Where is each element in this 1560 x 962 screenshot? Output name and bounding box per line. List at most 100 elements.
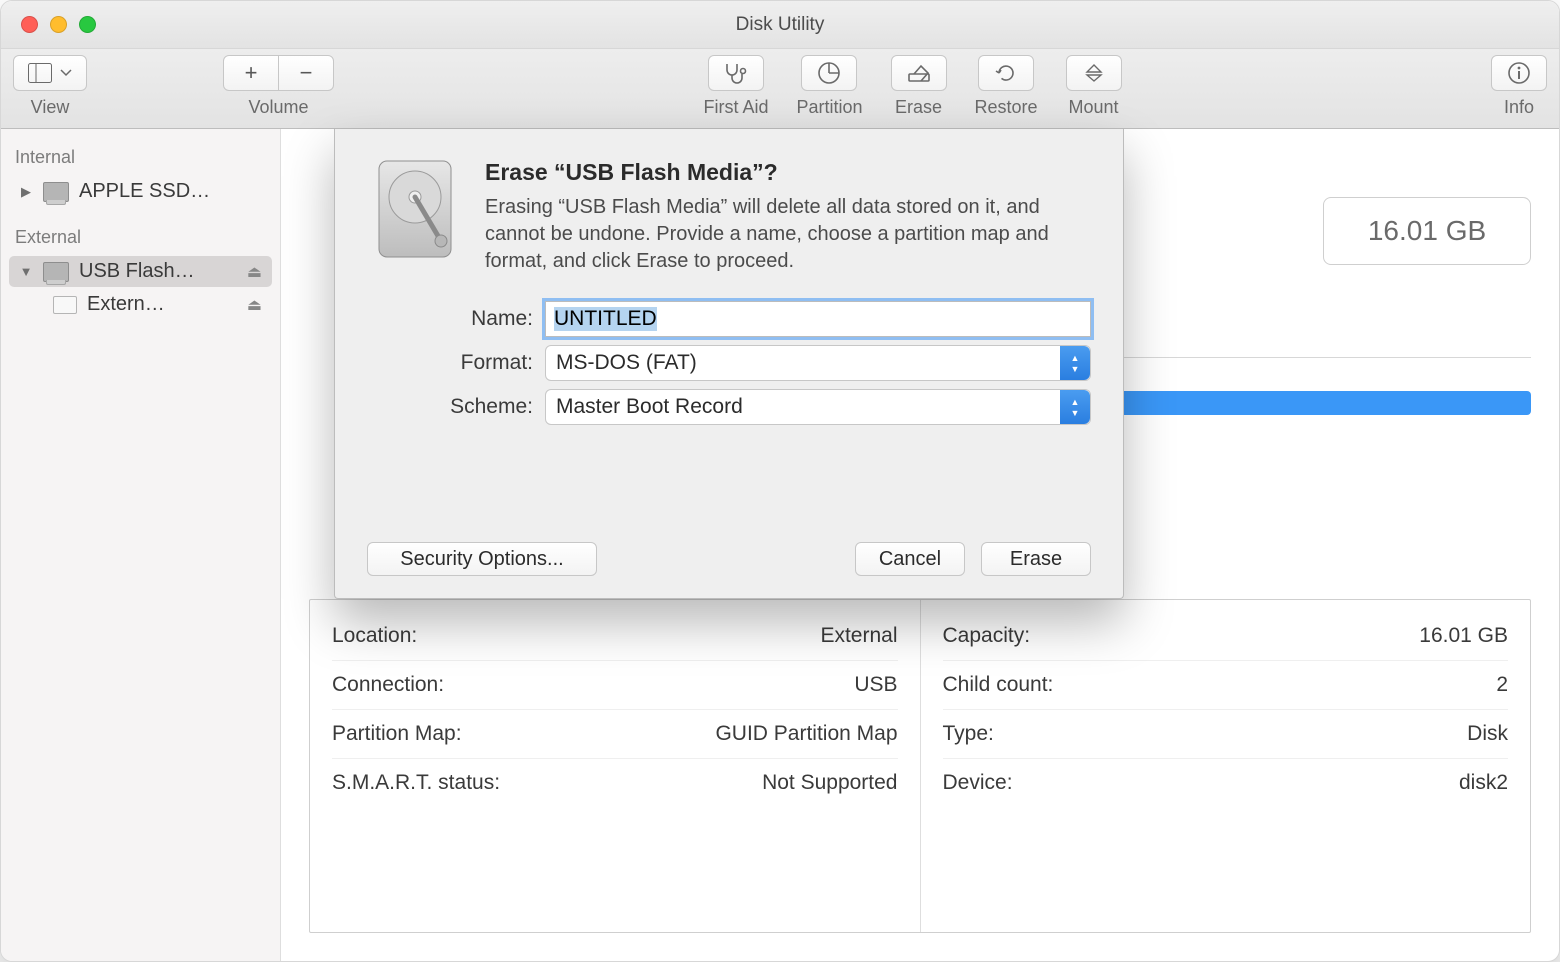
first-aid-button[interactable] [708, 55, 764, 91]
sidebar: Internal ▶ APPLE SSD… External ▼ USB Fla… [1, 129, 281, 961]
minus-icon: − [300, 60, 313, 86]
detail-row: Type: Disk [943, 709, 1509, 758]
window-title: Disk Utility [1, 14, 1559, 36]
sidebar-header-external: External [1, 221, 280, 254]
volume-icon [53, 296, 77, 314]
disclosure-triangle-icon[interactable]: ▶ [19, 184, 33, 200]
name-label: Name: [367, 307, 545, 331]
app-window: Disk Utility View + − Volume [0, 0, 1560, 962]
scheme-select[interactable]: Master Boot Record ▲▼ [545, 389, 1091, 425]
toolbar-group-restore: Restore [975, 55, 1038, 118]
detail-label: Location: [332, 624, 417, 648]
partition-label: Partition [796, 97, 862, 118]
first-aid-label: First Aid [703, 97, 768, 118]
details-table: Location: External Connection: USB Partiti… [309, 599, 1531, 933]
updown-icon: ▲▼ [1060, 390, 1090, 424]
partition-button[interactable] [801, 55, 857, 91]
detail-row: Child count: 2 [943, 660, 1509, 709]
detail-row: Partition Map: GUID Partition Map [332, 709, 898, 758]
toolbar-group-first-aid: First Aid [703, 55, 768, 118]
toolbar-group-erase: Erase [891, 55, 947, 118]
detail-label: S.M.A.R.T. status: [332, 771, 500, 795]
dialog-form: Name: Format: MS-DOS (FAT) ▲▼ Scheme: Ma… [367, 293, 1091, 433]
mount-label: Mount [1069, 97, 1119, 118]
security-options-button[interactable]: Security Options... [367, 542, 597, 576]
hard-disk-icon [367, 155, 463, 263]
detail-value: Not Supported [762, 771, 897, 795]
format-value: MS-DOS (FAT) [556, 351, 697, 375]
cancel-button[interactable]: Cancel [855, 542, 965, 576]
sidebar-item-label: USB Flash… [79, 260, 195, 283]
sidebar-icon [28, 63, 52, 83]
detail-row: Location: External [332, 612, 898, 660]
disk-icon [43, 182, 69, 202]
titlebar: Disk Utility [1, 1, 1559, 49]
dialog-description: Erasing “USB Flash Media” will delete al… [485, 194, 1091, 275]
detail-row: Device:disk2 [943, 758, 1509, 807]
format-select[interactable]: MS-DOS (FAT) ▲▼ [545, 345, 1091, 381]
detail-label: Type: [943, 722, 994, 746]
detail-value: 16.01 GB [1419, 624, 1508, 648]
dialog-title: Erase “USB Flash Media”? [485, 159, 1091, 186]
name-input[interactable] [545, 301, 1091, 337]
info-label: Info [1504, 97, 1534, 118]
detail-label: Capacity: [943, 624, 1031, 648]
erase-label: Erase [895, 97, 942, 118]
toolbar-group-volume: + − Volume [223, 55, 334, 118]
erase-icon [906, 62, 932, 84]
sidebar-header-internal: Internal [1, 141, 280, 174]
eject-icon[interactable]: ⏏ [247, 295, 262, 315]
detail-row: Connection: USB [332, 660, 898, 709]
volume-label: Volume [248, 97, 308, 118]
plus-icon: + [245, 60, 258, 86]
sidebar-item-external-disk[interactable]: ▼ USB Flash… ⏏ [9, 256, 272, 287]
updown-icon: ▲▼ [1060, 346, 1090, 380]
toolbar-group-mount: Mount [1066, 55, 1122, 118]
disclosure-triangle-icon[interactable]: ▼ [19, 264, 33, 279]
detail-value: Disk [1467, 722, 1508, 746]
sidebar-item-external-volume[interactable]: Extern… ⏏ [9, 289, 272, 320]
chevron-down-icon [60, 67, 72, 79]
detail-value: USB [854, 673, 897, 697]
sidebar-item-label: Extern… [87, 293, 165, 316]
toolbar-group-view: View [13, 55, 87, 118]
view-label: View [31, 97, 70, 118]
info-icon [1507, 61, 1531, 85]
stethoscope-icon [723, 62, 749, 84]
detail-label: Child count: [943, 673, 1054, 697]
toolbar-group-partition: Partition [796, 55, 862, 118]
restore-label: Restore [975, 97, 1038, 118]
capacity-pill: 16.01 GB [1323, 197, 1531, 265]
mount-icon [1083, 62, 1105, 84]
erase-confirm-button[interactable]: Erase [981, 542, 1091, 576]
toolbar-group-info: Info [1491, 55, 1547, 118]
detail-row: S.M.A.R.T. status: Not Supported [332, 758, 898, 807]
disk-icon [43, 262, 69, 282]
info-button[interactable] [1491, 55, 1547, 91]
erase-button[interactable] [891, 55, 947, 91]
add-volume-button[interactable]: + [223, 55, 279, 91]
scheme-value: Master Boot Record [556, 395, 743, 419]
eject-icon[interactable]: ⏏ [247, 262, 262, 282]
remove-volume-button[interactable]: − [278, 55, 334, 91]
view-button[interactable] [13, 55, 87, 91]
restore-icon [994, 61, 1018, 85]
detail-label: Partition Map: [332, 722, 462, 746]
restore-button[interactable] [978, 55, 1034, 91]
detail-value: GUID Partition Map [715, 722, 897, 746]
toolbar: View + − Volume First Aid Partition [1, 49, 1559, 129]
detail-value: 2 [1496, 673, 1508, 697]
detail-value: External [820, 624, 897, 648]
erase-dialog: Erase “USB Flash Media”? Erasing “USB Fl… [334, 129, 1124, 599]
details-col-right: Capacity: 16.01 GB Child count: 2 Type: Dis… [920, 600, 1531, 932]
mount-button[interactable] [1066, 55, 1122, 91]
format-label: Format: [367, 351, 545, 375]
details-col-left: Location: External Connection: USB Partiti… [310, 600, 920, 932]
detail-row: Capacity: 16.01 GB [943, 612, 1509, 660]
scheme-label: Scheme: [367, 395, 545, 419]
pie-icon [817, 61, 841, 85]
detail-value: disk2 [1459, 771, 1508, 795]
sidebar-item-internal-disk[interactable]: ▶ APPLE SSD… [9, 176, 272, 207]
detail-label: Connection: [332, 673, 444, 697]
dialog-buttons: Security Options... Cancel Erase [367, 542, 1091, 576]
